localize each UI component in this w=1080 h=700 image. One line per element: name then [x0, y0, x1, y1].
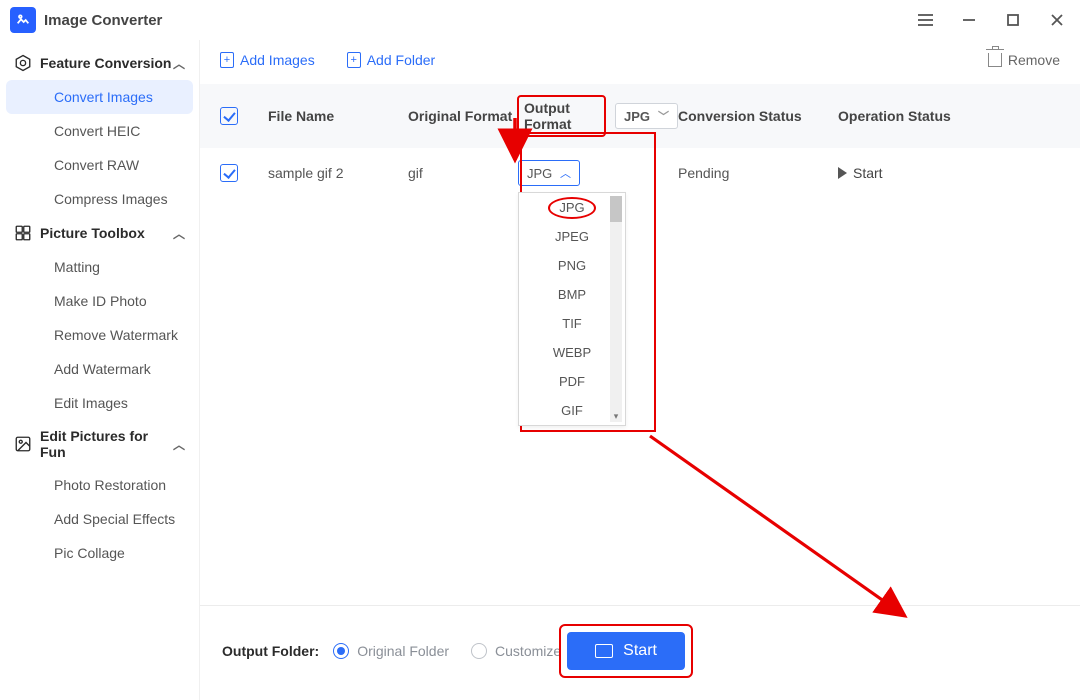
cell-file-name: sample gif 2 — [268, 165, 408, 181]
sidebar-item-add-special-effects[interactable]: Add Special Effects — [6, 502, 193, 536]
table-row: sample gif 2 gif JPG ﹀ JPG JPEG PNG BMP … — [200, 148, 1080, 198]
output-format-dropdown: JPG JPEG PNG BMP TIF WEBP PDF GIF ▾ — [518, 192, 626, 426]
add-folder-icon: + — [347, 52, 361, 68]
chevron-up-icon: ︿ — [173, 55, 185, 72]
sidebar-section-picture-toolbox[interactable]: Picture Toolbox ︿ — [0, 216, 199, 250]
play-icon — [838, 167, 847, 179]
sidebar-item-remove-watermark[interactable]: Remove Watermark — [6, 318, 193, 352]
sidebar-item-matting[interactable]: Matting — [6, 250, 193, 284]
sidebar-item-add-watermark[interactable]: Add Watermark — [6, 352, 193, 386]
convert-icon — [595, 644, 613, 658]
add-folder-label: Add Folder — [367, 52, 435, 68]
header-output-format-value: JPG — [624, 109, 650, 124]
sidebar-section-label: Edit Pictures for Fun — [40, 428, 173, 460]
chevron-up-icon: ︿ — [173, 225, 185, 242]
add-images-button[interactable]: + Add Images — [220, 52, 315, 68]
col-original-format: Original Format — [408, 108, 518, 124]
sidebar-section-feature-conversion[interactable]: Feature Conversion ︿ — [0, 46, 199, 80]
radio-icon — [333, 643, 349, 659]
sidebar-item-pic-collage[interactable]: Pic Collage — [6, 536, 193, 570]
start-button[interactable]: Start — [567, 632, 685, 670]
output-folder-radio-group: Original Folder Customize — [333, 643, 561, 659]
sidebar-section-label: Picture Toolbox — [40, 225, 145, 241]
titlebar: Image Converter — [0, 0, 1080, 40]
radio-original-folder[interactable]: Original Folder — [333, 643, 449, 659]
row-start-button[interactable]: Start — [838, 165, 968, 181]
sidebar-item-edit-images[interactable]: Edit Images — [6, 386, 193, 420]
col-operation-status: Operation Status — [838, 108, 968, 124]
check-icon — [226, 110, 233, 123]
add-images-label: Add Images — [240, 52, 315, 68]
add-images-icon: + — [220, 52, 234, 68]
sidebar-section-edit-for-fun[interactable]: Edit Pictures for Fun ︿ — [0, 420, 199, 468]
close-button[interactable] — [1044, 7, 1070, 33]
header-output-format-select[interactable]: JPG ﹀ — [615, 103, 678, 129]
scrollbar-thumb[interactable] — [610, 196, 622, 222]
scrollbar-down-arrow[interactable]: ▾ — [610, 411, 622, 422]
annotation-oval — [548, 197, 596, 219]
add-folder-button[interactable]: + Add Folder — [347, 52, 435, 68]
chevron-up-icon: ︿ — [173, 436, 185, 453]
app-logo-icon — [10, 7, 36, 33]
hamburger-menu-button[interactable] — [912, 7, 938, 33]
row-output-format-value: JPG — [527, 166, 552, 181]
sidebar-item-convert-raw[interactable]: Convert RAW — [6, 148, 193, 182]
chevron-up-icon: ﹀ — [560, 165, 571, 181]
cell-conversion-status: Pending — [678, 165, 838, 181]
row-checkbox[interactable] — [220, 164, 238, 182]
sidebar-item-make-id-photo[interactable]: Make ID Photo — [6, 284, 193, 318]
window-controls — [912, 7, 1070, 33]
content-panel: + Add Images + Add Folder Remove File Na… — [200, 40, 1080, 700]
remove-button[interactable]: Remove — [988, 52, 1060, 68]
radio-customize[interactable]: Customize — [471, 643, 561, 659]
app-title: Image Converter — [44, 12, 162, 29]
col-file-name: File Name — [268, 108, 408, 124]
minimize-button[interactable] — [956, 7, 982, 33]
check-icon — [226, 167, 233, 180]
trash-icon — [988, 53, 1002, 67]
radio-icon — [471, 643, 487, 659]
select-all-checkbox[interactable] — [220, 107, 238, 125]
row-output-format-select[interactable]: JPG ﹀ — [518, 160, 580, 186]
col-output-format: Output Format — [518, 96, 605, 136]
edit-for-fun-icon — [14, 435, 32, 453]
maximize-button[interactable] — [1000, 7, 1026, 33]
dropdown-scrollbar[interactable]: ▾ — [610, 196, 622, 422]
footer: Output Folder: Original Folder Customize… — [200, 605, 1080, 700]
start-button-label: Start — [623, 642, 657, 660]
sidebar-item-convert-heic[interactable]: Convert HEIC — [6, 114, 193, 148]
sidebar: Feature Conversion ︿ Convert Images Conv… — [0, 40, 200, 700]
row-start-label: Start — [853, 165, 883, 181]
output-folder-label: Output Folder: — [222, 643, 319, 659]
sidebar-section-label: Feature Conversion — [40, 55, 171, 71]
remove-label: Remove — [1008, 52, 1060, 68]
annotation-start-highlight: Start — [561, 626, 691, 676]
cell-original-format: gif — [408, 165, 518, 181]
feature-conversion-icon — [14, 54, 32, 72]
sidebar-item-photo-restoration[interactable]: Photo Restoration — [6, 468, 193, 502]
radio-customize-label: Customize — [495, 643, 561, 659]
chevron-down-icon: ﹀ — [658, 108, 669, 124]
picture-toolbox-icon — [14, 224, 32, 242]
table-header: File Name Original Format Output Format … — [200, 84, 1080, 148]
col-conversion-status: Conversion Status — [678, 108, 838, 124]
radio-original-folder-label: Original Folder — [357, 643, 449, 659]
sidebar-item-compress-images[interactable]: Compress Images — [6, 182, 193, 216]
toolbar: + Add Images + Add Folder Remove — [200, 40, 1080, 84]
sidebar-item-convert-images[interactable]: Convert Images — [6, 80, 193, 114]
